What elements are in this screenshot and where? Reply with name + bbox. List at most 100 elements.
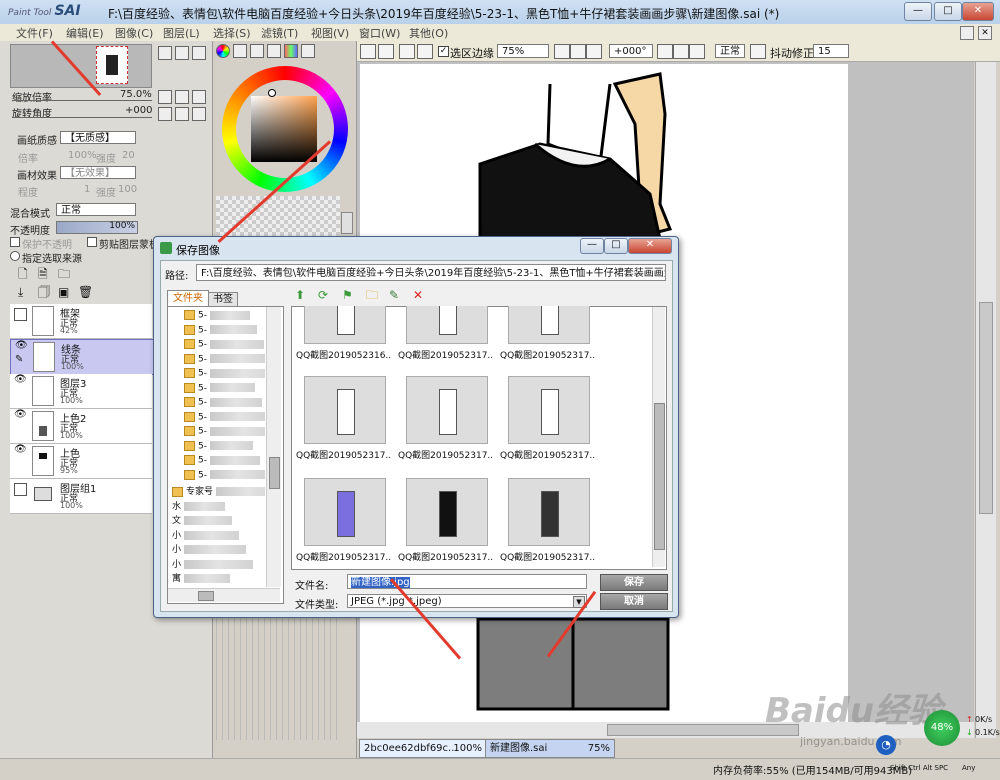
hsv-slider-tab-icon[interactable] (250, 44, 264, 58)
invert-selection-button[interactable] (417, 44, 433, 59)
rotate-ccw-button[interactable] (657, 44, 673, 59)
opacity-slider[interactable]: 100% (56, 221, 138, 234)
color-picker-cursor[interactable] (268, 89, 276, 97)
selection-source-radio[interactable] (10, 251, 20, 261)
deselect-button[interactable] (399, 44, 415, 59)
new-linework-layer-icon[interactable]: 🗎 (38, 268, 48, 280)
rotate-reset-toolbar-button[interactable] (689, 44, 705, 59)
dialog-close-button[interactable]: ✕ (628, 238, 672, 254)
folder-tree-item[interactable]: 5- (184, 469, 265, 483)
file-thumbnail-item[interactable]: QQ截图2019052317... (296, 376, 394, 466)
rotate-slider[interactable] (12, 117, 152, 118)
thumb-vertical-scrollbar[interactable] (652, 307, 665, 567)
protect-opacity-checkbox[interactable] (10, 237, 20, 247)
brush-effect-select[interactable]: 【无效果】 (60, 166, 136, 179)
tree-vertical-scrollbar[interactable] (266, 307, 281, 587)
eye-icon[interactable]: 👁 (14, 444, 27, 455)
folder-tree-item[interactable]: 5- (184, 368, 265, 381)
menu-layer[interactable]: 图层(L) (163, 25, 200, 41)
folder-tree-item[interactable]: 5- (184, 324, 257, 338)
net-speed-widget[interactable]: 48% (924, 710, 960, 746)
folder-tree-item[interactable]: 水 (172, 499, 226, 512)
visibility-toggle[interactable] (14, 308, 27, 321)
menu-edit[interactable]: 编辑(E) (66, 25, 104, 41)
layer-group-item[interactable]: 图层组1 正常 100% (10, 479, 152, 514)
file-thumbnail-item[interactable]: QQ截图2019052317... (398, 478, 496, 568)
folder-tree-item[interactable]: 小 (172, 542, 247, 555)
paper-texture-select[interactable]: 【无质感】 (60, 131, 136, 144)
swatch-scrollbar[interactable] (341, 212, 353, 234)
zoom-in-button[interactable] (570, 44, 586, 59)
doc-tab[interactable]: 2bc0ee62dbf69c... 100% (359, 739, 487, 758)
bookmark-icon[interactable]: ⚑ (342, 289, 353, 301)
canvas-vertical-scrollbar[interactable] (975, 62, 996, 738)
folder-tree-item[interactable]: 5- (184, 397, 262, 410)
merge-down-icon[interactable]: ⤓ (18, 286, 23, 298)
nav-zoom-in-button[interactable] (158, 46, 172, 60)
menu-other[interactable]: 其他(O) (409, 25, 448, 41)
nav-zoom-out-button[interactable] (175, 46, 189, 60)
file-thumbnail-item[interactable]: QQ截图2019052317... (398, 306, 496, 366)
file-thumbnail-item[interactable]: QQ截图2019052317... (500, 376, 598, 466)
redo-button[interactable] (378, 44, 394, 59)
rotate-cw-button[interactable] (673, 44, 689, 59)
flip-horizontal-button[interactable] (750, 44, 766, 59)
folder-tree-item[interactable]: 5- (184, 411, 265, 425)
doc-tab-active[interactable]: 新建图像.sai 75% (485, 739, 615, 758)
menu-select[interactable]: 选择(S) (213, 25, 251, 41)
nav-fit-button[interactable] (192, 46, 206, 60)
folder-tree-item[interactable]: 5- (184, 353, 265, 367)
save-button[interactable]: 保存 (600, 574, 668, 591)
dialog-minimize-button[interactable]: — (580, 238, 604, 254)
tab-folders[interactable]: 文件夹 (167, 290, 209, 307)
delete-layer-icon[interactable]: 🗑 (78, 286, 93, 298)
layer-item[interactable]: 👁 上色2 正常 100% (10, 409, 152, 444)
layer-item[interactable]: 👁 ✎ 线条 正常 100% (10, 339, 154, 375)
eye-icon[interactable]: 👁 (15, 340, 28, 351)
swatches-tab-icon[interactable] (284, 44, 298, 58)
clear-layer-icon[interactable]: 🗍 (38, 286, 50, 298)
navigator-preview[interactable] (10, 44, 152, 88)
eye-icon[interactable]: 👁 (14, 374, 27, 385)
refresh-icon[interactable]: ⟳ (318, 289, 328, 301)
stabilizer-select[interactable]: 15 (813, 44, 849, 58)
file-thumbnail-item[interactable]: QQ截图2019052316... (296, 306, 394, 366)
restore-icon[interactable] (960, 26, 974, 40)
file-thumbnail-item[interactable]: QQ截图2019052317... (398, 376, 496, 466)
doc-close-icon[interactable]: ✕ (978, 26, 992, 40)
dialog-maximize-button[interactable]: □ (604, 238, 628, 254)
file-thumbnail-item[interactable]: QQ截图2019052317... (500, 306, 598, 366)
undo-button[interactable] (360, 44, 376, 59)
angle-select[interactable]: +000° (609, 44, 653, 58)
folder-tree-item[interactable]: 文 (172, 513, 233, 526)
go-up-icon[interactable]: ⬆ (295, 289, 305, 301)
folder-tree-item[interactable]: 小 (172, 528, 240, 541)
menu-filter[interactable]: 滤镜(T) (261, 25, 298, 41)
folder-tree-item[interactable]: 寓 (172, 571, 231, 584)
zoom-slider[interactable] (12, 100, 152, 101)
layer-item[interactable]: 👁 图层3 正常 100% (10, 374, 152, 409)
saturation-value-box[interactable] (251, 96, 317, 162)
new-folder-dialog-icon[interactable]: 🗀 (366, 289, 378, 301)
menu-view[interactable]: 视图(V) (311, 25, 349, 41)
fit-view-button[interactable] (192, 107, 206, 121)
path-field[interactable]: F:\百度经验、表情包\软件电脑百度经验+今日头条\2019年百度经验\5-23… (196, 264, 666, 281)
rotate-reset-button[interactable] (192, 90, 206, 104)
folder-tree-item[interactable]: 小 (172, 557, 254, 570)
clipping-mask-checkbox[interactable] (87, 237, 97, 247)
visibility-toggle[interactable] (14, 483, 27, 496)
folder-tree-item[interactable]: 专家号 (172, 484, 265, 497)
minimize-button[interactable]: — (904, 2, 932, 21)
folder-tree-item[interactable]: 5- (184, 455, 260, 468)
menu-image[interactable]: 图像(C) (115, 25, 153, 41)
swatch-area[interactable] (216, 196, 340, 236)
layer-item[interactable]: 👁 上色 正常 95% (10, 444, 152, 479)
file-thumbnail-item[interactable]: QQ截图2019052317... (296, 478, 394, 568)
rotate-left-button[interactable] (158, 90, 172, 104)
mask-icon[interactable]: ▣ (58, 286, 69, 298)
flip-mode-button[interactable]: 正常 (715, 44, 745, 58)
folder-tree-item[interactable]: 5- (184, 426, 265, 439)
mixer-tab-icon[interactable] (267, 44, 281, 58)
new-layer-icon[interactable]: 🗋 (18, 268, 28, 280)
selection-edge-checkbox[interactable]: ✓ (438, 46, 449, 57)
